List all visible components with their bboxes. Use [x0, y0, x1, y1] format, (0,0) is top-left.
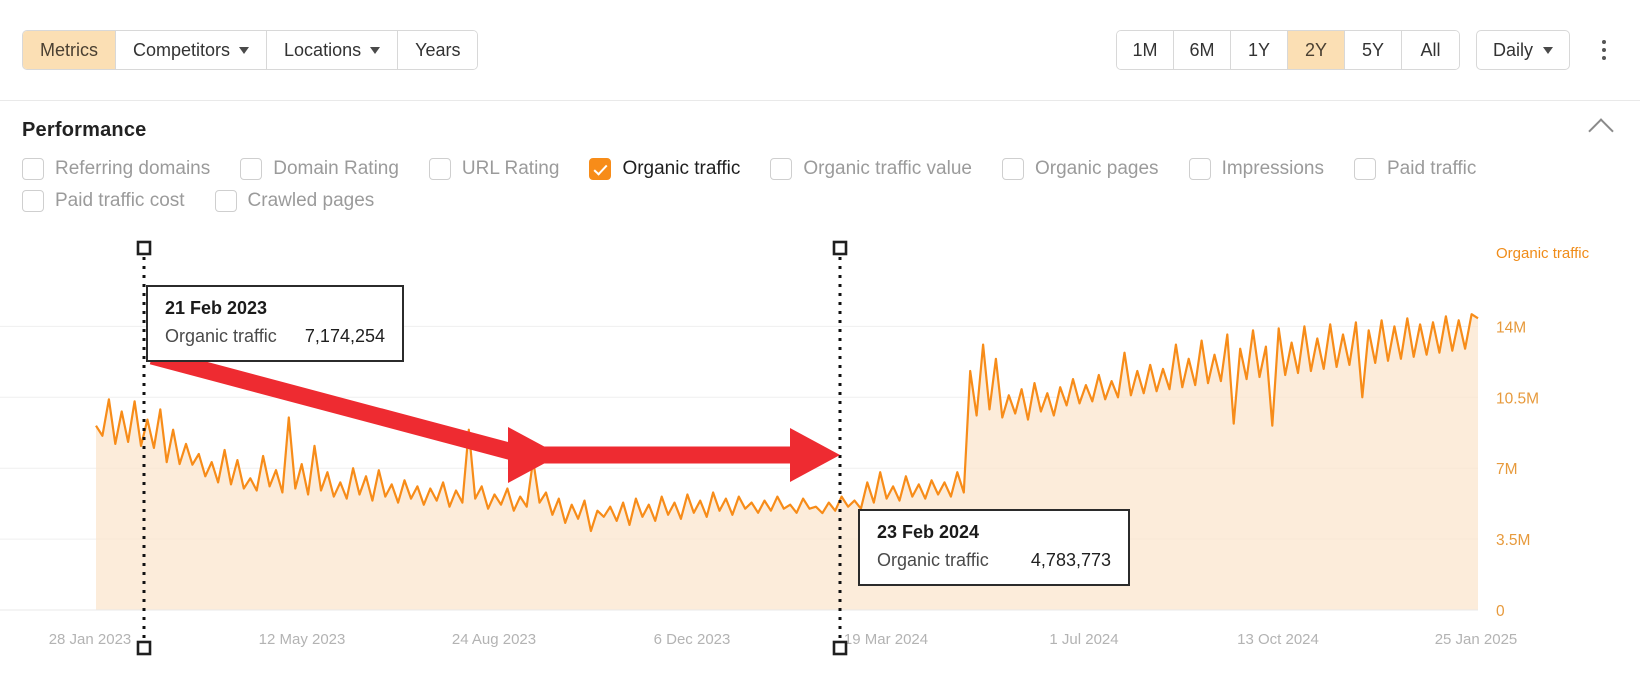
range-button-1y[interactable]: 1Y	[1231, 31, 1288, 69]
x-axis-tick: 25 Jan 2025	[1435, 631, 1518, 648]
chevron-down-icon	[370, 47, 380, 54]
x-axis-tick: 6 Dec 2023	[654, 631, 731, 648]
metric-checkbox-crawled-pages[interactable]: Crawled pages	[215, 190, 375, 212]
granularity-dropdown[interactable]: Daily	[1476, 30, 1570, 70]
y-axis-tick: 10.5M	[1496, 390, 1539, 407]
y-axis-tick: 7M	[1496, 461, 1518, 478]
x-axis-tick: 28 Jan 2023	[49, 631, 132, 648]
tab-label: Locations	[284, 40, 361, 61]
view-tabs: Metrics Competitors Locations Years	[22, 30, 478, 70]
metric-checkbox-organic-traffic[interactable]: Organic traffic	[589, 158, 740, 180]
checkbox-icon[interactable]	[429, 158, 451, 180]
range-button-2y[interactable]: 2Y	[1288, 31, 1345, 69]
metric-checkbox-list: Referring domains Domain Rating URL Rating…	[0, 142, 1560, 212]
metric-label: Crawled pages	[248, 190, 375, 212]
checkbox-icon[interactable]	[1189, 158, 1211, 180]
x-axis-tick: 1 Jul 2024	[1049, 631, 1118, 648]
tab-label: Competitors	[133, 40, 230, 61]
marker-handle[interactable]	[834, 242, 846, 254]
metric-checkbox-organic-pages[interactable]: Organic pages	[1002, 158, 1159, 180]
tab-metrics[interactable]: Metrics	[23, 31, 116, 69]
metric-checkbox-domain-rating[interactable]: Domain Rating	[240, 158, 399, 180]
kebab-dot	[1602, 48, 1606, 52]
tooltip-metric-label: Organic traffic	[165, 326, 277, 347]
date-range-selector: 1M6M1Y2Y5YAll	[1116, 30, 1460, 70]
metric-label: Impressions	[1222, 158, 1324, 180]
metric-label: Organic pages	[1035, 158, 1159, 180]
y-axis-tick: 0	[1496, 603, 1505, 620]
range-button-5y[interactable]: 5Y	[1345, 31, 1402, 69]
kebab-dot	[1602, 56, 1606, 60]
tooltip-metric-label: Organic traffic	[877, 550, 989, 571]
tab-label: Metrics	[40, 40, 98, 61]
toolbar-right-controls: 1M6M1Y2Y5YAll Daily	[1116, 30, 1618, 70]
range-button-all[interactable]: All	[1402, 31, 1459, 69]
range-button-6m[interactable]: 6M	[1174, 31, 1231, 69]
kebab-dot	[1602, 40, 1606, 44]
marker-handle[interactable]	[138, 642, 150, 654]
metric-label: Paid traffic cost	[55, 190, 185, 212]
tab-years[interactable]: Years	[398, 31, 477, 69]
tooltip-metric-value: 7,174,254	[305, 326, 385, 347]
metric-label: Domain Rating	[273, 158, 399, 180]
tab-locations[interactable]: Locations	[267, 31, 398, 69]
tooltip-date: 23 Feb 2024	[877, 522, 1111, 543]
chevron-up-icon[interactable]	[1588, 118, 1613, 143]
chevron-down-icon	[239, 47, 249, 54]
tooltip-metric-value: 4,783,773	[1031, 550, 1111, 571]
range-button-1m[interactable]: 1M	[1117, 31, 1174, 69]
metric-label: URL Rating	[462, 158, 560, 180]
granularity-label: Daily	[1493, 40, 1533, 61]
checkbox-icon[interactable]	[1354, 158, 1376, 180]
marker-handle[interactable]	[138, 242, 150, 254]
metric-label: Referring domains	[55, 158, 210, 180]
checkbox-icon[interactable]	[1002, 158, 1024, 180]
y-axis-tick: 3.5M	[1496, 532, 1530, 549]
checkbox-icon[interactable]	[22, 158, 44, 180]
chart-legend-label: Organic traffic	[1496, 245, 1590, 262]
annotation-arrows	[152, 356, 840, 483]
tab-label: Years	[415, 40, 460, 61]
checkbox-icon[interactable]	[22, 190, 44, 212]
top-toolbar: Metrics Competitors Locations Years 1M6M1Y2…	[0, 0, 1640, 101]
tab-competitors[interactable]: Competitors	[116, 31, 267, 69]
x-axis-tick: 24 Aug 2023	[452, 631, 536, 648]
checkbox-icon[interactable]	[240, 158, 262, 180]
checkbox-checked-icon[interactable]	[589, 158, 611, 180]
tooltip-second-point: 23 Feb 2024 Organic traffic 4,783,773	[858, 509, 1130, 586]
metric-checkbox-url-rating[interactable]: URL Rating	[429, 158, 560, 180]
metric-label: Organic traffic value	[803, 158, 972, 180]
metric-checkbox-organic-traffic-value[interactable]: Organic traffic value	[770, 158, 972, 180]
metric-checkbox-referring-domains[interactable]: Referring domains	[22, 158, 210, 180]
page-title: Performance	[22, 119, 146, 142]
x-axis-tick: 12 May 2023	[259, 631, 346, 648]
x-axis-tick: 13 Oct 2024	[1237, 631, 1319, 648]
metric-checkbox-paid-traffic-cost[interactable]: Paid traffic cost	[22, 190, 185, 212]
metric-checkbox-paid-traffic[interactable]: Paid traffic	[1354, 158, 1476, 180]
metric-label: Organic traffic	[622, 158, 740, 180]
chevron-down-icon	[1543, 47, 1553, 54]
tooltip-first-point: 21 Feb 2023 Organic traffic 7,174,254	[146, 285, 404, 362]
checkbox-icon[interactable]	[215, 190, 237, 212]
marker-handle[interactable]	[834, 642, 846, 654]
tooltip-date: 21 Feb 2023	[165, 298, 385, 319]
performance-header: Performance	[0, 101, 1640, 142]
y-axis-tick: 14M	[1496, 319, 1526, 336]
kebab-menu-icon[interactable]	[1590, 30, 1618, 70]
checkbox-icon[interactable]	[770, 158, 792, 180]
metric-label: Paid traffic	[1387, 158, 1476, 180]
metric-checkbox-impressions[interactable]: Impressions	[1189, 158, 1324, 180]
x-axis-tick: 19 Mar 2024	[844, 631, 928, 648]
